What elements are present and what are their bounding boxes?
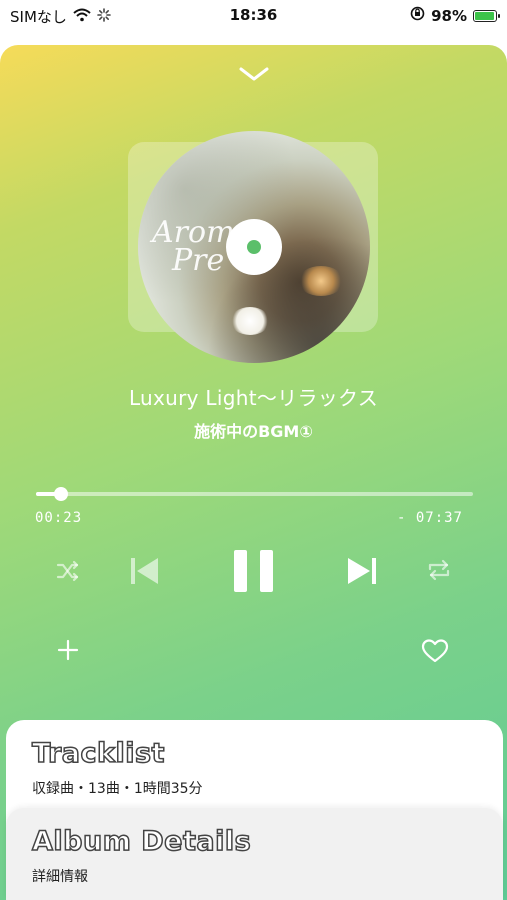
orientation-lock-icon: [410, 6, 425, 25]
battery-percent: 98%: [431, 6, 467, 25]
album-art-disc: Arom Pre: [138, 131, 370, 363]
battery-icon: [473, 9, 500, 22]
elapsed-time: 00:23: [35, 510, 83, 526]
collapse-chevron-icon[interactable]: [237, 63, 271, 85]
plus-icon[interactable]: [56, 638, 80, 662]
previous-icon[interactable]: [128, 555, 162, 587]
tracklist-title: Tracklist: [31, 737, 165, 770]
candle-image: [298, 266, 344, 296]
album-art-text: Pre: [172, 243, 225, 278]
album-details-sheet[interactable]: Album Details 詳細情報: [6, 808, 503, 900]
progress-knob[interactable]: [53, 487, 68, 501]
track-title: Luxury Light〜リラックス: [128, 386, 379, 410]
tracklist-subtitle: 収録曲・13曲・1時間35分: [32, 781, 203, 797]
progress-bar[interactable]: [36, 487, 473, 501]
remaining-time: - 07:37: [396, 510, 463, 526]
flower-image: [230, 307, 270, 335]
next-icon[interactable]: [345, 555, 379, 587]
status-right: 98%: [410, 6, 500, 25]
status-bar: SIMなし 18:36 98%: [0, 0, 507, 32]
pause-icon[interactable]: [232, 548, 276, 594]
album-details-title: Album Details: [31, 825, 252, 858]
shuffle-icon[interactable]: [55, 558, 81, 584]
repeat-icon[interactable]: [426, 557, 452, 583]
disc-center-dot: [247, 240, 261, 254]
album-details-subtitle: 詳細情報: [32, 869, 88, 885]
heart-icon[interactable]: [421, 638, 449, 664]
album-subtitle: 施術中のBGM①: [194, 422, 313, 441]
